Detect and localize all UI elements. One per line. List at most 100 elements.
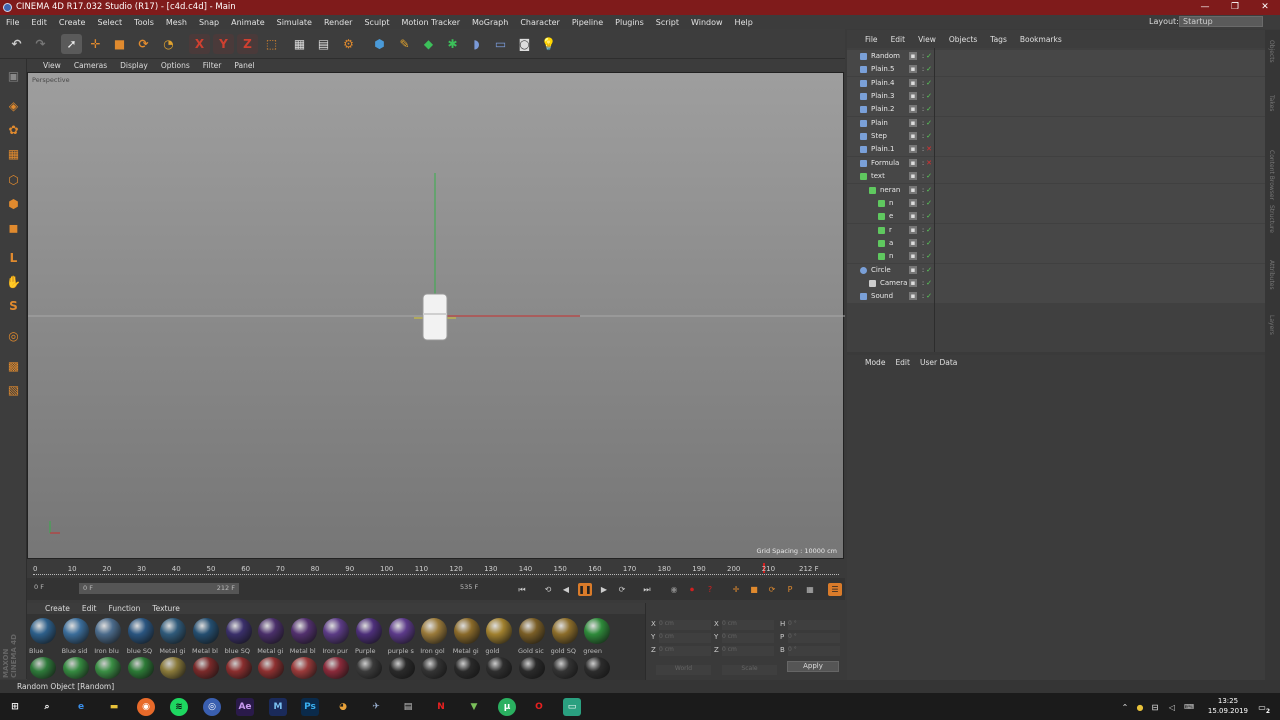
enabled-check-icon[interactable]: ✓ — [925, 212, 933, 220]
vlc-app-icon[interactable]: ▼ — [465, 698, 483, 716]
layer-visibility-icon[interactable]: ▪ — [909, 132, 917, 141]
rotate-tool-icon[interactable]: ⟳ — [133, 34, 154, 54]
object-row[interactable]: Plain.2 ▪: ✓ — [847, 103, 1265, 117]
menu-create[interactable]: Create — [59, 18, 86, 27]
layer-visibility-icon[interactable]: ▪ — [909, 252, 917, 261]
attribute-menu-user-data[interactable]: User Data — [920, 358, 957, 367]
material-ball[interactable] — [95, 618, 122, 644]
close-button[interactable]: ✕ — [1250, 0, 1280, 15]
coord-value-field[interactable]: 0 cm — [722, 633, 774, 643]
menu-motion-tracker[interactable]: Motion Tracker — [401, 18, 460, 27]
object-row[interactable]: e ▪: ✓ — [847, 210, 1265, 224]
coord-value-field[interactable]: 0 ° — [788, 646, 840, 656]
material-ball[interactable] — [486, 618, 513, 644]
material-ball[interactable] — [486, 657, 513, 679]
material-ball[interactable] — [225, 657, 252, 679]
menu-file[interactable]: File — [6, 18, 19, 27]
material-ball[interactable] — [193, 657, 219, 679]
material-ball[interactable] — [519, 657, 545, 679]
layer-visibility-icon[interactable]: ▪ — [909, 292, 917, 301]
object-row[interactable]: n ▪: ✓ — [847, 196, 1265, 210]
menu-edit[interactable]: Edit — [31, 18, 47, 27]
object-row[interactable]: Step ▪: ✓ — [847, 130, 1265, 144]
object-row[interactable]: Random ▪: ✓ — [847, 50, 1265, 63]
x-axis-lock-icon[interactable]: X — [189, 34, 210, 54]
menu-animate[interactable]: Animate — [231, 18, 265, 27]
enabled-check-icon[interactable]: ✓ — [925, 199, 933, 207]
layer-visibility-icon[interactable]: ▪ — [909, 212, 917, 221]
object-row[interactable]: Plain.4 ▪: ✓ — [847, 76, 1265, 90]
material-ball[interactable] — [127, 657, 154, 679]
cinema4d-taskbar-icon[interactable]: ◎ — [203, 698, 221, 716]
clock[interactable]: 13:25 15.09.2019 — [1208, 696, 1248, 716]
material-menu-create[interactable]: Create — [45, 604, 70, 613]
coord-value-field[interactable]: 0 ° — [788, 620, 840, 630]
y-axis-lock-icon[interactable]: Y — [213, 34, 234, 54]
cloner-icon[interactable]: ✱ — [442, 34, 463, 54]
material-ball[interactable] — [421, 618, 448, 644]
menu-script[interactable]: Script — [656, 18, 679, 27]
key-param-icon[interactable]: P — [783, 583, 797, 596]
object-menu-view[interactable]: View — [918, 35, 936, 44]
material-ball[interactable] — [323, 618, 350, 644]
goto-start-icon[interactable]: ⏮ — [515, 583, 529, 596]
spotify-icon[interactable]: ≋ — [170, 698, 188, 716]
object-row[interactable]: n ▪: ✓ — [847, 250, 1265, 264]
enabled-check-icon[interactable]: ✓ — [925, 92, 933, 100]
enabled-check-icon[interactable]: ✓ — [925, 105, 933, 113]
material-ball[interactable] — [453, 657, 480, 679]
object-row[interactable]: Plain.3 ▪: ✓ — [847, 90, 1265, 104]
menu-window[interactable]: Window — [691, 18, 723, 27]
enabled-check-icon[interactable]: ✓ — [925, 226, 933, 234]
material-ball[interactable] — [356, 618, 382, 644]
opera-icon[interactable]: O — [530, 698, 548, 716]
attribute-menu-edit[interactable]: Edit — [895, 358, 910, 367]
axis-mode-icon[interactable]: L — [3, 247, 24, 268]
workplane-grid-icon[interactable]: ▩ — [3, 355, 24, 376]
goto-end-icon[interactable]: ⏭ — [640, 583, 654, 596]
enabled-check-icon[interactable]: ✓ — [925, 186, 933, 194]
layer-visibility-icon[interactable]: ▪ — [909, 198, 917, 207]
layer-visibility-icon[interactable]: ▪ — [909, 225, 917, 234]
render-view-icon[interactable]: ▦ — [289, 34, 310, 54]
coord-value-field[interactable]: 0 cm — [659, 633, 711, 643]
autokey-icon[interactable]: ⏺ — [685, 583, 699, 596]
layer-visibility-icon[interactable]: ▪ — [909, 278, 917, 287]
material-ball[interactable] — [225, 618, 252, 644]
enabled-check-icon[interactable]: ✓ — [925, 266, 933, 274]
viewport-perspective[interactable]: Perspective Grid Spacing : 10000 cm — [27, 72, 845, 559]
recent-tools-icon[interactable]: ◔ — [158, 34, 179, 54]
object-menu-edit[interactable]: Edit — [891, 35, 906, 44]
timeline-window-icon[interactable]: ☰ — [828, 583, 842, 596]
language-icon[interactable]: ⌨ — [1180, 698, 1198, 716]
material-ball[interactable] — [421, 657, 448, 679]
camera-icon[interactable]: ◙ — [514, 34, 535, 54]
subdivision-surface-icon[interactable]: ◆ — [418, 34, 439, 54]
next-frame-icon[interactable]: ▶ — [597, 583, 611, 596]
firefox-icon[interactable]: ◉ — [137, 698, 155, 716]
viewport-menu-cameras[interactable]: Cameras — [74, 61, 107, 70]
minimize-button[interactable]: — — [1190, 0, 1220, 15]
planar-workplane-icon[interactable]: ▧ — [3, 379, 24, 400]
search-icon[interactable]: ⌕ — [38, 698, 56, 716]
next-key-icon[interactable]: ⟳ — [615, 583, 629, 596]
tray-network-icon[interactable]: ⊟ — [1146, 698, 1164, 716]
material-ball[interactable] — [290, 618, 317, 644]
menu-snap[interactable]: Snap — [199, 18, 219, 27]
deformer-icon[interactable]: ◗ — [466, 34, 487, 54]
redo-icon[interactable]: ↷ — [30, 34, 51, 54]
menu-select[interactable]: Select — [97, 18, 122, 27]
coord-value-field[interactable]: 0 cm — [659, 620, 711, 630]
scale-mode-select[interactable]: Scale — [722, 665, 777, 675]
model-mode-icon[interactable]: ◈ — [3, 95, 24, 116]
material-ball[interactable] — [160, 618, 187, 644]
attribute-menu-mode[interactable]: Mode — [865, 358, 885, 367]
material-ball[interactable] — [453, 618, 480, 644]
workplane-icon[interactable]: ▦ — [3, 143, 24, 164]
cube-primitive-icon[interactable]: ⬢ — [369, 34, 390, 54]
volume-icon[interactable]: ◁ — [1163, 698, 1181, 716]
coord-value-field[interactable]: 0 cm — [722, 620, 774, 630]
steam-icon[interactable]: ✈ — [367, 698, 385, 716]
menu-render[interactable]: Render — [324, 18, 352, 27]
coordinate-system-icon[interactable]: ⬚ — [261, 34, 282, 54]
